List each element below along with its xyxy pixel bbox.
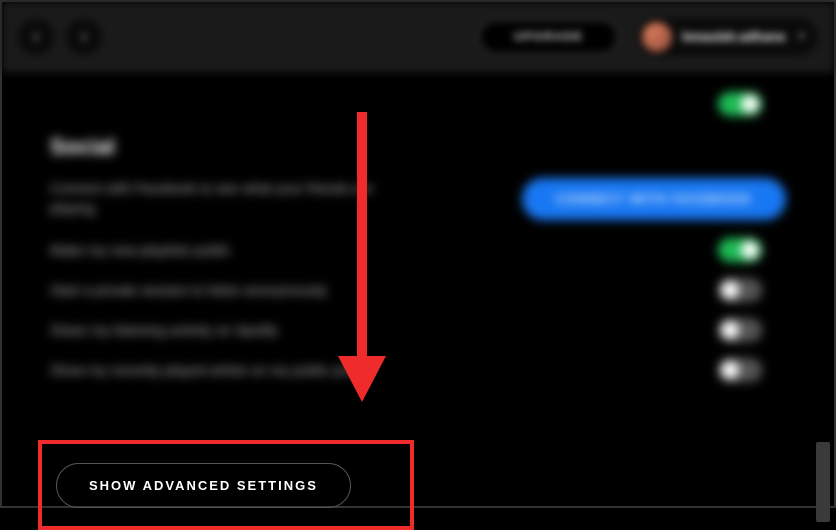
facebook-description: Connect with Facebook to see what your f… [50,179,390,218]
profile-chip[interactable]: bmaulah.adhana ▾ [638,18,818,56]
chevron-left-icon [29,30,43,44]
upgrade-button[interactable]: UPGRADE [479,20,618,54]
setting-label: Start a private session to listen anonym… [50,282,327,298]
show-advanced-settings-button[interactable]: SHOW ADVANCED SETTINGS [56,463,351,508]
section-title-social: Social [50,134,786,160]
setting-label: Share my listening activity on Spotify [50,322,278,338]
connect-facebook-button[interactable]: CONNECT WITH FACEBOOK [522,178,786,220]
setting-label: Show my recently played artists on my pu… [50,362,371,378]
toggle-recently-played[interactable] [718,358,762,382]
avatar [642,22,672,52]
nav-back-button[interactable] [18,19,54,55]
toggle-prev[interactable] [718,92,762,116]
toggle-public-playlists[interactable] [718,238,762,262]
profile-name: bmaulah.adhana [682,29,785,44]
toggle-private-session[interactable] [718,278,762,302]
scrollbar-thumb[interactable] [816,442,830,522]
chevron-down-icon: ▾ [799,31,804,42]
chevron-right-icon [77,30,91,44]
toggle-share-activity[interactable] [718,318,762,342]
highlight-box: SHOW ADVANCED SETTINGS [38,440,414,530]
nav-forward-button[interactable] [66,19,102,55]
setting-label: Make my new playlists public [50,242,231,258]
